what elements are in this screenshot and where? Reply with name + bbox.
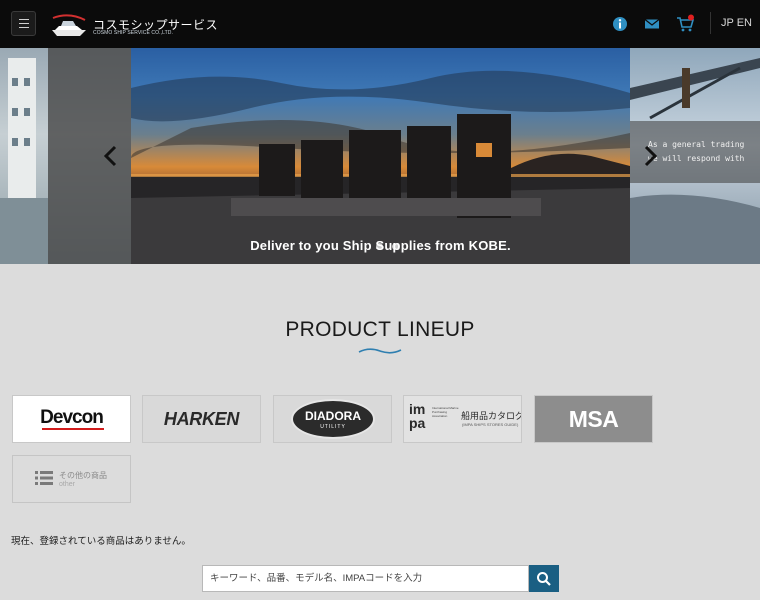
- brand-diadora-sub: UTILITY: [320, 424, 346, 430]
- brand-devcon[interactable]: Devcon: [12, 395, 131, 443]
- brand-diadora[interactable]: DIADORA UTILITY: [273, 395, 392, 443]
- title-underline-wave: [358, 348, 402, 354]
- hero-slide: [131, 48, 630, 264]
- section-title: PRODUCT LINEUP: [285, 318, 475, 341]
- prev-arrow-icon[interactable]: [101, 144, 121, 168]
- brand-impa-logo: im pa: [409, 401, 426, 431]
- other-label: その他の商品: [59, 471, 107, 480]
- menu-icon[interactable]: [11, 11, 36, 36]
- next-arrow-icon[interactable]: [640, 144, 660, 168]
- site-header: コスモシップサービス COSMO SHIP SERVICE CO.,LTD. J…: [0, 0, 760, 48]
- brand-msa-logo: MSA: [568, 406, 619, 432]
- brand-harken[interactable]: HARKEN: [142, 395, 261, 443]
- hero-carousel: As a general trading we will respond wit…: [0, 48, 760, 264]
- no-products-notice: 現在、登録されている商品はありません。: [11, 536, 191, 547]
- logo[interactable]: コスモシップサービス COSMO SHIP SERVICE CO.,LTD.: [49, 12, 218, 38]
- logo-subtext: COSMO SHIP SERVICE CO.,LTD.: [93, 30, 173, 36]
- brand-impa-jp: 船用品カタログ: [461, 411, 522, 421]
- brand-impa[interactable]: im pa International Marine Purchasing As…: [403, 395, 522, 443]
- language-switch[interactable]: JP EN: [710, 12, 752, 34]
- cart-badge: [688, 14, 694, 21]
- hero-caption: Deliver to you Ship Supplies from KOBE.: [250, 238, 511, 253]
- slide-side-text-2: we will respond with: [648, 154, 745, 163]
- brand-impa-tag: (IMPA SHIPS STORES GUIDE): [462, 422, 519, 427]
- ship-logo-icon: [52, 14, 86, 36]
- building-image: [0, 58, 48, 264]
- brand-msa[interactable]: MSA: [534, 395, 653, 443]
- brand-diadora-logo: DIADORA: [305, 409, 361, 423]
- cart-icon[interactable]: [676, 14, 696, 34]
- info-icon[interactable]: [612, 16, 628, 32]
- brand-other[interactable]: その他の商品 other: [12, 455, 131, 503]
- list-icon: [35, 471, 53, 485]
- mail-icon[interactable]: [644, 16, 660, 32]
- slide-side-text-1: As a general trading: [648, 140, 745, 149]
- search-input[interactable]: [202, 565, 529, 592]
- search-icon: [537, 571, 551, 586]
- other-sublabel: other: [59, 481, 75, 488]
- brand-harken-logo: HARKEN: [163, 409, 240, 429]
- brand-impa-smalltext: International Marine Purchasing Associat…: [432, 406, 459, 418]
- brand-devcon-logo: Devcon: [40, 407, 104, 428]
- search-button[interactable]: [529, 565, 559, 592]
- be-kobe-sign-image: [131, 70, 630, 264]
